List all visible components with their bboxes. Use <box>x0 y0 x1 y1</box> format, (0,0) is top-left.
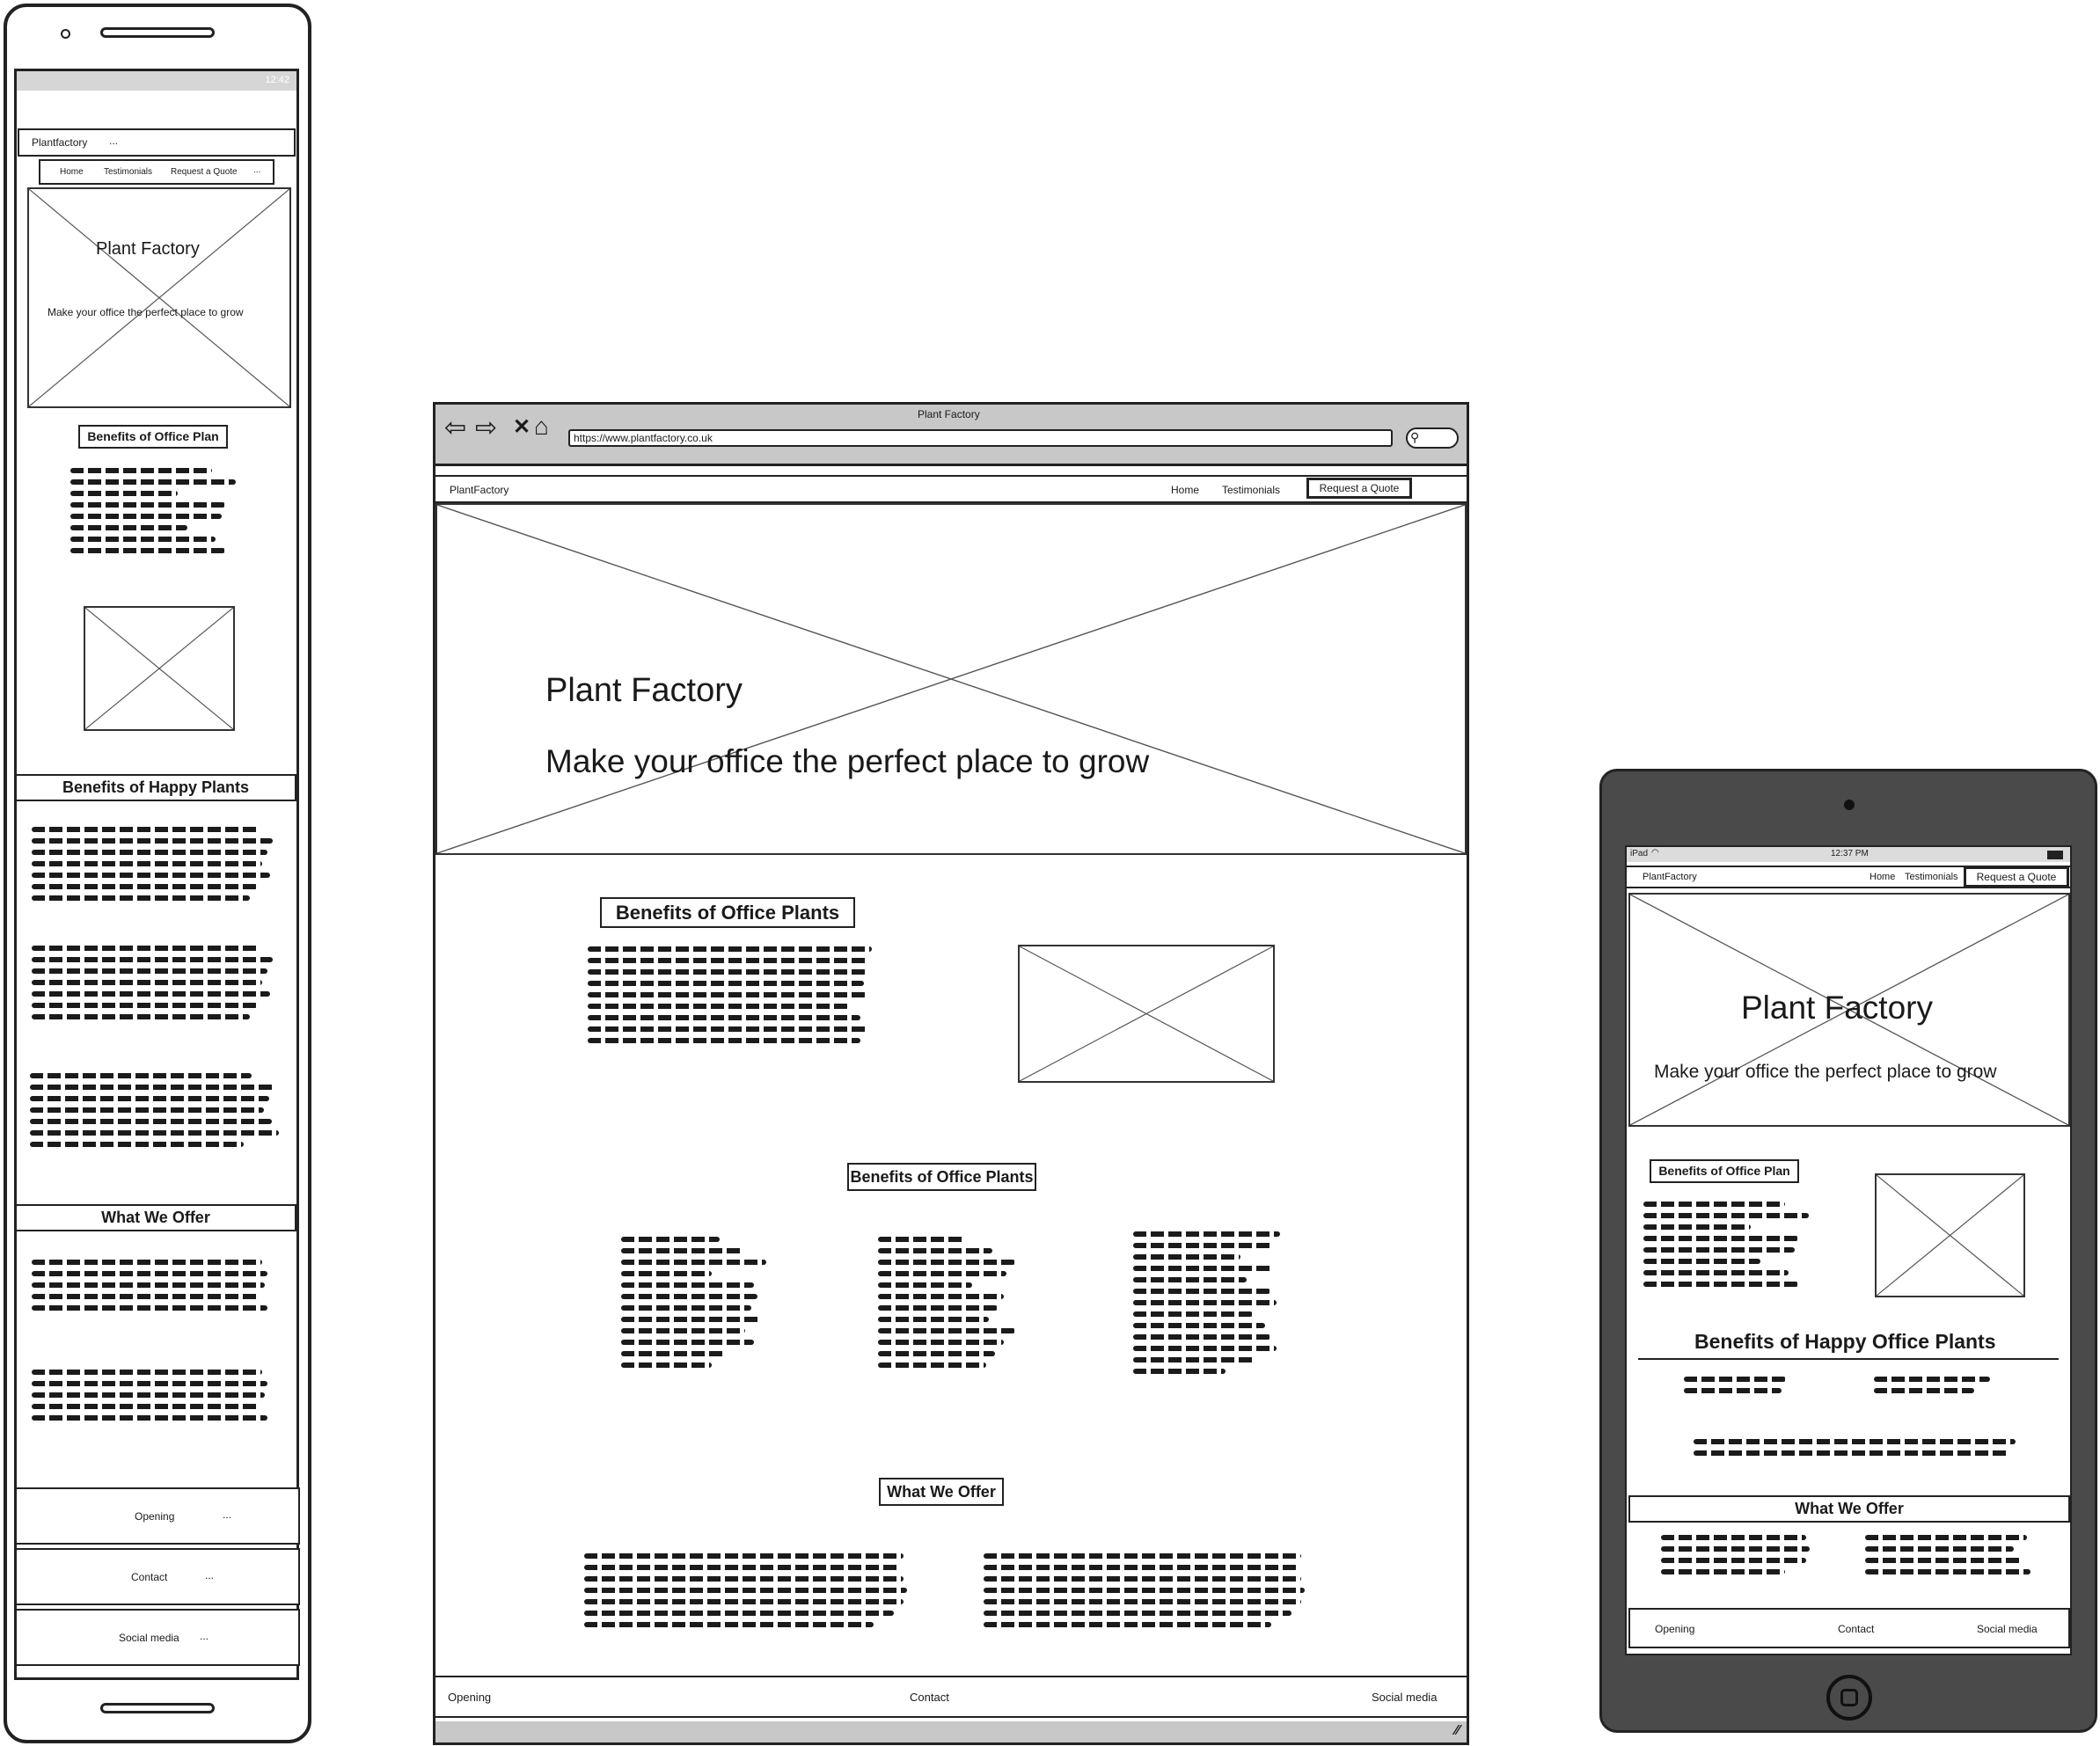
back-icon[interactable]: ⇦ <box>444 415 466 442</box>
home-icon[interactable]: ⌂ <box>534 414 549 439</box>
wifi-icon: ◠ <box>1651 848 1659 858</box>
tablet-brand[interactable]: PlantFactory <box>1643 872 1697 882</box>
browser-section2-title: Benefits of Office Plants <box>847 1163 1036 1191</box>
phone-text-block <box>32 1370 274 1427</box>
tablet-section1-title: Benefits of Office Plan <box>1650 1159 1799 1183</box>
tablet-status-device: iPad <box>1630 849 1649 858</box>
tablet-footer-social[interactable]: Social media <box>1977 1623 2038 1635</box>
phone-text-block <box>70 468 243 559</box>
phone-hero-title: Plant Factory <box>96 239 200 259</box>
phone-hero-image <box>27 187 291 408</box>
url-bar[interactable]: https://www.plantfactory.co.uk <box>568 429 1393 447</box>
phone-footer-opening-label: Opening <box>135 1510 175 1523</box>
phone-footer-contact-label: Contact <box>131 1571 168 1583</box>
browser-window-title: Plant Factory <box>918 408 980 420</box>
tablet-footer: Opening Contact Social media <box>1628 1608 2070 1648</box>
browser-image-placeholder <box>1018 945 1275 1083</box>
phone-footer-opening[interactable]: Opening ... <box>15 1487 300 1545</box>
phone-hero-subtitle: Make your office the perfect place to gr… <box>48 306 244 318</box>
browser-quote-button[interactable]: Request a Quote <box>1306 478 1412 499</box>
phone-section1-title: Benefits of Office Plan <box>78 425 228 449</box>
url-text: https://www.plantfactory.co.uk <box>574 432 713 444</box>
phone-footer-social-dots: ... <box>200 1630 209 1642</box>
phone-image-placeholder <box>84 606 235 731</box>
browser-column-text <box>878 1237 1021 1374</box>
tablet-footer-opening[interactable]: Opening <box>1655 1623 1694 1635</box>
tablet-section2-underline <box>1638 1358 2059 1360</box>
browser-footer: Opening Contact Social media <box>435 1676 1467 1718</box>
phone-menu-dots[interactable]: ... <box>109 135 118 147</box>
tablet-text-block <box>1661 1535 1812 1581</box>
phone-text-block <box>32 827 280 907</box>
phone-section3-title: What We Offer <box>15 1204 296 1231</box>
browser-footer-social[interactable]: Social media <box>1372 1691 1437 1704</box>
phone-text-block <box>32 946 280 1026</box>
browser-footer-opening[interactable]: Opening <box>448 1691 491 1704</box>
phone-speaker <box>100 27 215 38</box>
browser-nav-home[interactable]: Home <box>1171 484 1199 496</box>
phone-nav-quote[interactable]: Request a Quote <box>171 167 238 177</box>
phone-footer-social[interactable]: Social media ... <box>15 1609 300 1666</box>
phone-brand[interactable]: Plantfactory <box>32 136 87 149</box>
tablet-text-block <box>1865 1535 2034 1581</box>
browser-footer-contact[interactable]: Contact <box>910 1691 949 1704</box>
browser-scrollbar[interactable]: ⁄⁄ <box>435 1721 1467 1742</box>
phone-footer-social-label: Social media <box>119 1632 179 1644</box>
browser-nav-testimonials[interactable]: Testimonials <box>1222 484 1280 496</box>
phone-section2-title: Benefits of Happy Plants <box>15 774 296 801</box>
browser-navbar: PlantFactory Home Testimonials Request a… <box>435 475 1467 503</box>
browser-column-text <box>1133 1231 1283 1380</box>
browser-section3-title: What We Offer <box>879 1478 1004 1506</box>
phone-camera-icon <box>61 29 70 39</box>
tablet-home-icon <box>1840 1689 1858 1706</box>
tablet-nav-testimonials[interactable]: Testimonials <box>1905 872 1958 882</box>
tablet-text-block <box>1694 1439 2016 1462</box>
browser-text-block <box>588 946 878 1049</box>
browser-section1-title: Benefits of Office Plants <box>600 897 855 928</box>
browser-brand[interactable]: PlantFactory <box>450 484 509 496</box>
browser-hero-title: Plant Factory <box>545 672 743 709</box>
tablet-section3-title: What We Offer <box>1628 1495 2070 1523</box>
phone-status-bar: 12:42 <box>17 71 296 91</box>
phone-nav-home[interactable]: Home <box>60 167 84 177</box>
phone-text-block <box>30 1073 282 1153</box>
phone-nav-dots[interactable]: ... <box>253 165 260 175</box>
phone-footer-opening-dots: ... <box>223 1509 232 1521</box>
tablet-quote-button[interactable]: Request a Quote <box>1964 866 2069 888</box>
tablet-hero-subtitle: Make your office the perfect place to gr… <box>1654 1062 1997 1082</box>
browser-text-block <box>584 1553 913 1633</box>
tablet-text-block <box>1643 1202 1816 1293</box>
phone-text-block <box>32 1260 274 1317</box>
phone-footer-contact-dots: ... <box>205 1569 215 1582</box>
tablet-section2-title: Benefits of Happy Office Plants <box>1694 1330 1996 1353</box>
phone-navbar: Plantfactory ... <box>18 128 296 157</box>
browser-hero-subtitle: Make your office the perfect place to gr… <box>545 743 1150 779</box>
tablet-image-placeholder <box>1875 1173 2025 1297</box>
tablet-home-button[interactable] <box>1826 1675 1872 1720</box>
tablet-text-block <box>1874 1377 1990 1399</box>
resize-handle-icon[interactable]: ⁄⁄ <box>1455 1723 1460 1739</box>
browser-column-text <box>621 1237 772 1374</box>
phone-home-bar <box>100 1703 215 1713</box>
tablet-navbar: PlantFactory Home Testimonials Request a… <box>1627 866 2070 888</box>
tablet-nav-home[interactable]: Home <box>1870 872 1895 882</box>
tablet-status-bar: iPad ◠ 12:37 PM <box>1627 847 2070 862</box>
close-icon[interactable]: ✕ <box>513 417 530 438</box>
tablet-camera-icon <box>1844 800 1855 810</box>
browser-text-block <box>984 1553 1311 1633</box>
tablet-footer-contact[interactable]: Contact <box>1838 1623 1874 1635</box>
phone-nav-menu: Home Testimonials Request a Quote ... <box>39 159 274 185</box>
tablet-text-block <box>1684 1377 1786 1399</box>
phone-status-time: 12:42 <box>265 75 289 85</box>
phone-footer-contact[interactable]: Contact ... <box>15 1548 300 1605</box>
browser-search-field[interactable]: ⚲ <box>1406 427 1459 449</box>
tablet-hero-title: Plant Factory <box>1741 990 1933 1026</box>
forward-icon[interactable]: ⇨ <box>475 415 497 442</box>
search-icon: ⚲ <box>1410 430 1420 444</box>
battery-icon <box>2047 851 2063 859</box>
phone-nav-testimonials[interactable]: Testimonials <box>104 167 152 177</box>
tablet-status-time: 12:37 PM <box>1831 849 1869 858</box>
